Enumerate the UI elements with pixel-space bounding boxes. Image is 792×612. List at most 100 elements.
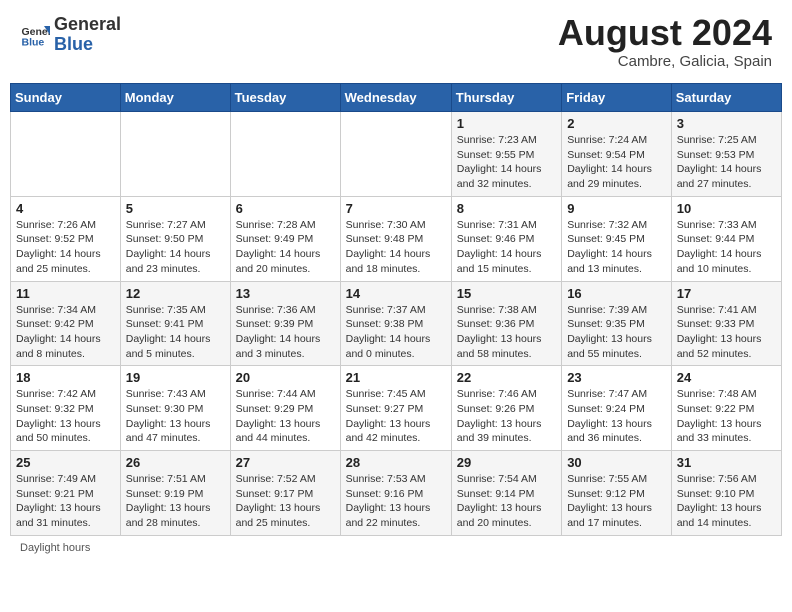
day-number: 22 [457,370,556,385]
day-number: 7 [346,201,446,216]
calendar-cell: 28 Sunrise: 7:53 AMSunset: 9:16 PMDayligh… [340,451,451,536]
col-header-thursday: Thursday [451,84,561,112]
day-info: Sunrise: 7:33 AMSunset: 9:44 PMDaylight:… [677,218,776,277]
day-number: 15 [457,286,556,301]
day-number: 9 [567,201,666,216]
day-number: 12 [126,286,225,301]
calendar-cell: 9 Sunrise: 7:32 AMSunset: 9:45 PMDaylight… [562,196,672,281]
calendar-cell: 15 Sunrise: 7:38 AMSunset: 9:36 PMDayligh… [451,281,561,366]
footer-note: Daylight hours [10,542,782,554]
month-title: August 2024 [558,15,772,51]
calendar-cell: 22 Sunrise: 7:46 AMSunset: 9:26 PMDayligh… [451,366,561,451]
day-number: 20 [236,370,335,385]
calendar-cell: 3Sunrise: 7:25 AMSunset: 9:53 PMDaylight… [671,112,781,197]
day-number: 18 [16,370,115,385]
calendar-cell: 7 Sunrise: 7:30 AMSunset: 9:48 PMDaylight… [340,196,451,281]
location-title: Cambre, Galicia, Spain [558,53,772,70]
day-info: Sunrise: 7:28 AMSunset: 9:49 PMDaylight:… [236,218,335,277]
page-header: General Blue General Blue August 2024 Ca… [10,10,782,75]
col-header-monday: Monday [120,84,230,112]
calendar-cell: 17 Sunrise: 7:41 AMSunset: 9:33 PMDayligh… [671,281,781,366]
day-info: Sunrise: 7:35 AMSunset: 9:41 PMDaylight:… [126,303,225,362]
day-info: Sunrise: 7:52 AMSunset: 9:17 PMDaylight:… [236,472,335,531]
day-info: Sunrise: 7:55 AMSunset: 9:12 PMDaylight:… [567,472,666,531]
day-number: 26 [126,455,225,470]
day-info: Sunrise: 7:30 AMSunset: 9:48 PMDaylight:… [346,218,446,277]
day-info: Sunrise: 7:37 AMSunset: 9:38 PMDaylight:… [346,303,446,362]
calendar-cell: 23Sunrise: 7:47 AMSunset: 9:24 PMDayligh… [562,366,672,451]
day-number: 13 [236,286,335,301]
calendar-cell: 25Sunrise: 7:49 AMSunset: 9:21 PMDayligh… [11,451,121,536]
calendar-cell [11,112,121,197]
day-info: Sunrise: 7:36 AMSunset: 9:39 PMDaylight:… [236,303,335,362]
calendar-cell: 20Sunrise: 7:44 AMSunset: 9:29 PMDayligh… [230,366,340,451]
calendar-cell: 6 Sunrise: 7:28 AMSunset: 9:49 PMDaylight… [230,196,340,281]
calendar-cell [230,112,340,197]
calendar-cell: 30 Sunrise: 7:55 AMSunset: 9:12 PMDayligh… [562,451,672,536]
day-number: 16 [567,286,666,301]
calendar-cell: 19Sunrise: 7:43 AMSunset: 9:30 PMDayligh… [120,366,230,451]
title-block: August 2024 Cambre, Galicia, Spain [558,15,772,70]
calendar-cell: 13 Sunrise: 7:36 AMSunset: 9:39 PMDayligh… [230,281,340,366]
logo: General Blue General Blue [20,15,121,55]
day-number: 28 [346,455,446,470]
calendar-cell: 31Sunrise: 7:56 AMSunset: 9:10 PMDayligh… [671,451,781,536]
day-number: 11 [16,286,115,301]
day-info: Sunrise: 7:39 AMSunset: 9:35 PMDaylight:… [567,303,666,362]
day-number: 6 [236,201,335,216]
day-info: Sunrise: 7:46 AMSunset: 9:26 PMDaylight:… [457,387,556,446]
day-info: Sunrise: 7:38 AMSunset: 9:36 PMDaylight:… [457,303,556,362]
col-header-tuesday: Tuesday [230,84,340,112]
calendar-cell: 14 Sunrise: 7:37 AMSunset: 9:38 PMDayligh… [340,281,451,366]
day-number: 31 [677,455,776,470]
day-number: 17 [677,286,776,301]
day-number: 10 [677,201,776,216]
calendar-cell: 5Sunrise: 7:27 AMSunset: 9:50 PMDaylight… [120,196,230,281]
day-info: Sunrise: 7:34 AMSunset: 9:42 PMDaylight:… [16,303,115,362]
logo-icon: General Blue [20,20,50,50]
calendar-cell: 29Sunrise: 7:54 AMSunset: 9:14 PMDayligh… [451,451,561,536]
day-number: 5 [126,201,225,216]
day-info: Sunrise: 7:43 AMSunset: 9:30 PMDaylight:… [126,387,225,446]
calendar-cell: 10 Sunrise: 7:33 AMSunset: 9:44 PMDayligh… [671,196,781,281]
calendar-cell: 18 Sunrise: 7:42 AMSunset: 9:32 PMDayligh… [11,366,121,451]
calendar-cell: 26Sunrise: 7:51 AMSunset: 9:19 PMDayligh… [120,451,230,536]
day-info: Sunrise: 7:32 AMSunset: 9:45 PMDaylight:… [567,218,666,277]
calendar-week-1: 1 Sunrise: 7:23 AMSunset: 9:55 PMDaylight… [11,112,782,197]
svg-text:Blue: Blue [22,36,45,48]
calendar-cell: 27 Sunrise: 7:52 AMSunset: 9:17 PMDayligh… [230,451,340,536]
day-info: Sunrise: 7:45 AMSunset: 9:27 PMDaylight:… [346,387,446,446]
day-number: 1 [457,116,556,131]
col-header-wednesday: Wednesday [340,84,451,112]
day-number: 14 [346,286,446,301]
day-number: 27 [236,455,335,470]
calendar-week-4: 18 Sunrise: 7:42 AMSunset: 9:32 PMDayligh… [11,366,782,451]
calendar-cell: 4 Sunrise: 7:26 AMSunset: 9:52 PMDaylight… [11,196,121,281]
calendar-cell: 16 Sunrise: 7:39 AMSunset: 9:35 PMDayligh… [562,281,672,366]
calendar-table: SundayMondayTuesdayWednesdayThursdayFrid… [10,83,782,536]
day-info: Sunrise: 7:42 AMSunset: 9:32 PMDaylight:… [16,387,115,446]
calendar-cell: 11 Sunrise: 7:34 AMSunset: 9:42 PMDayligh… [11,281,121,366]
day-info: Sunrise: 7:24 AMSunset: 9:54 PMDaylight:… [567,133,666,192]
day-number: 3 [677,116,776,131]
calendar-week-2: 4 Sunrise: 7:26 AMSunset: 9:52 PMDaylight… [11,196,782,281]
day-info: Sunrise: 7:53 AMSunset: 9:16 PMDaylight:… [346,472,446,531]
day-info: Sunrise: 7:48 AMSunset: 9:22 PMDaylight:… [677,387,776,446]
day-info: Sunrise: 7:23 AMSunset: 9:55 PMDaylight:… [457,133,556,192]
day-number: 23 [567,370,666,385]
logo-text: General Blue [54,15,121,55]
day-info: Sunrise: 7:26 AMSunset: 9:52 PMDaylight:… [16,218,115,277]
calendar-cell [340,112,451,197]
day-number: 4 [16,201,115,216]
day-number: 30 [567,455,666,470]
day-info: Sunrise: 7:54 AMSunset: 9:14 PMDaylight:… [457,472,556,531]
day-number: 2 [567,116,666,131]
day-info: Sunrise: 7:41 AMSunset: 9:33 PMDaylight:… [677,303,776,362]
col-header-sunday: Sunday [11,84,121,112]
calendar-cell: 8Sunrise: 7:31 AMSunset: 9:46 PMDaylight… [451,196,561,281]
calendar-cell: 1 Sunrise: 7:23 AMSunset: 9:55 PMDaylight… [451,112,561,197]
calendar-week-3: 11 Sunrise: 7:34 AMSunset: 9:42 PMDayligh… [11,281,782,366]
day-number: 24 [677,370,776,385]
day-info: Sunrise: 7:49 AMSunset: 9:21 PMDaylight:… [16,472,115,531]
calendar-cell: 21Sunrise: 7:45 AMSunset: 9:27 PMDayligh… [340,366,451,451]
